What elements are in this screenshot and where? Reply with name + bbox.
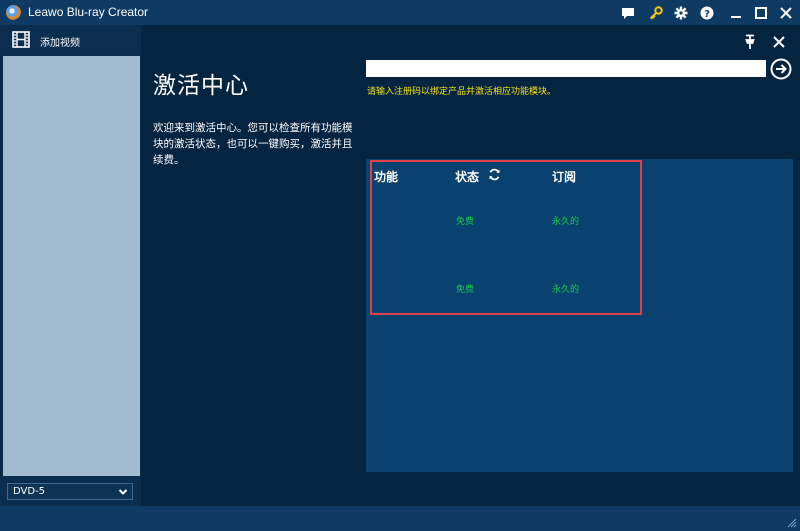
refresh-icon[interactable]	[488, 168, 501, 181]
close-icon[interactable]	[777, 4, 795, 22]
window-title: Leawo Blu-ray Creator	[28, 5, 149, 19]
status-bar	[0, 506, 800, 531]
row-1-subscription: 永久的	[552, 217, 580, 227]
minimize-icon[interactable]	[727, 4, 745, 22]
svg-text:?: ?	[704, 9, 710, 20]
row-2-status: 免费	[456, 285, 475, 295]
pin-icon[interactable]	[743, 34, 757, 50]
chat-icon[interactable]	[619, 4, 637, 22]
row-1-status: 免费	[456, 217, 475, 227]
highlight-box	[370, 160, 642, 315]
close-panel-icon[interactable]	[771, 34, 787, 50]
gear-icon[interactable]	[672, 4, 690, 22]
disc-type-value: DVD-5	[13, 486, 46, 497]
column-header-feature: 功能	[374, 170, 399, 184]
video-list[interactable]	[3, 56, 140, 476]
add-video-label: 添加视频	[40, 38, 80, 49]
title-bar: Leawo Blu-ray Creator ?	[0, 0, 800, 25]
page-description: 欢迎来到激活中心。您可以检查所有功能模块的激活状态，也可以一键购买，激活并且续费…	[153, 122, 353, 166]
arrow-right-circle-icon[interactable]	[770, 58, 792, 80]
column-header-status: 状态	[455, 170, 480, 184]
resize-grip-icon[interactable]	[787, 518, 797, 528]
key-icon[interactable]	[647, 4, 665, 22]
row-2-subscription: 永久的	[552, 285, 580, 295]
chevron-down-icon	[118, 489, 128, 495]
help-icon[interactable]: ?	[698, 4, 716, 22]
page-title: 激活中心	[153, 73, 249, 99]
app-logo-icon	[6, 5, 21, 20]
registration-code-input[interactable]	[366, 60, 766, 77]
film-icon	[12, 31, 30, 48]
disc-type-select[interactable]: DVD-5	[7, 483, 133, 500]
add-video-button[interactable]: 添加视频	[0, 25, 141, 55]
maximize-icon[interactable]	[752, 4, 770, 22]
column-header-subscription: 订阅	[552, 170, 577, 184]
registration-hint: 请输入注册码以绑定产品并激活相应功能模块。	[367, 87, 557, 97]
